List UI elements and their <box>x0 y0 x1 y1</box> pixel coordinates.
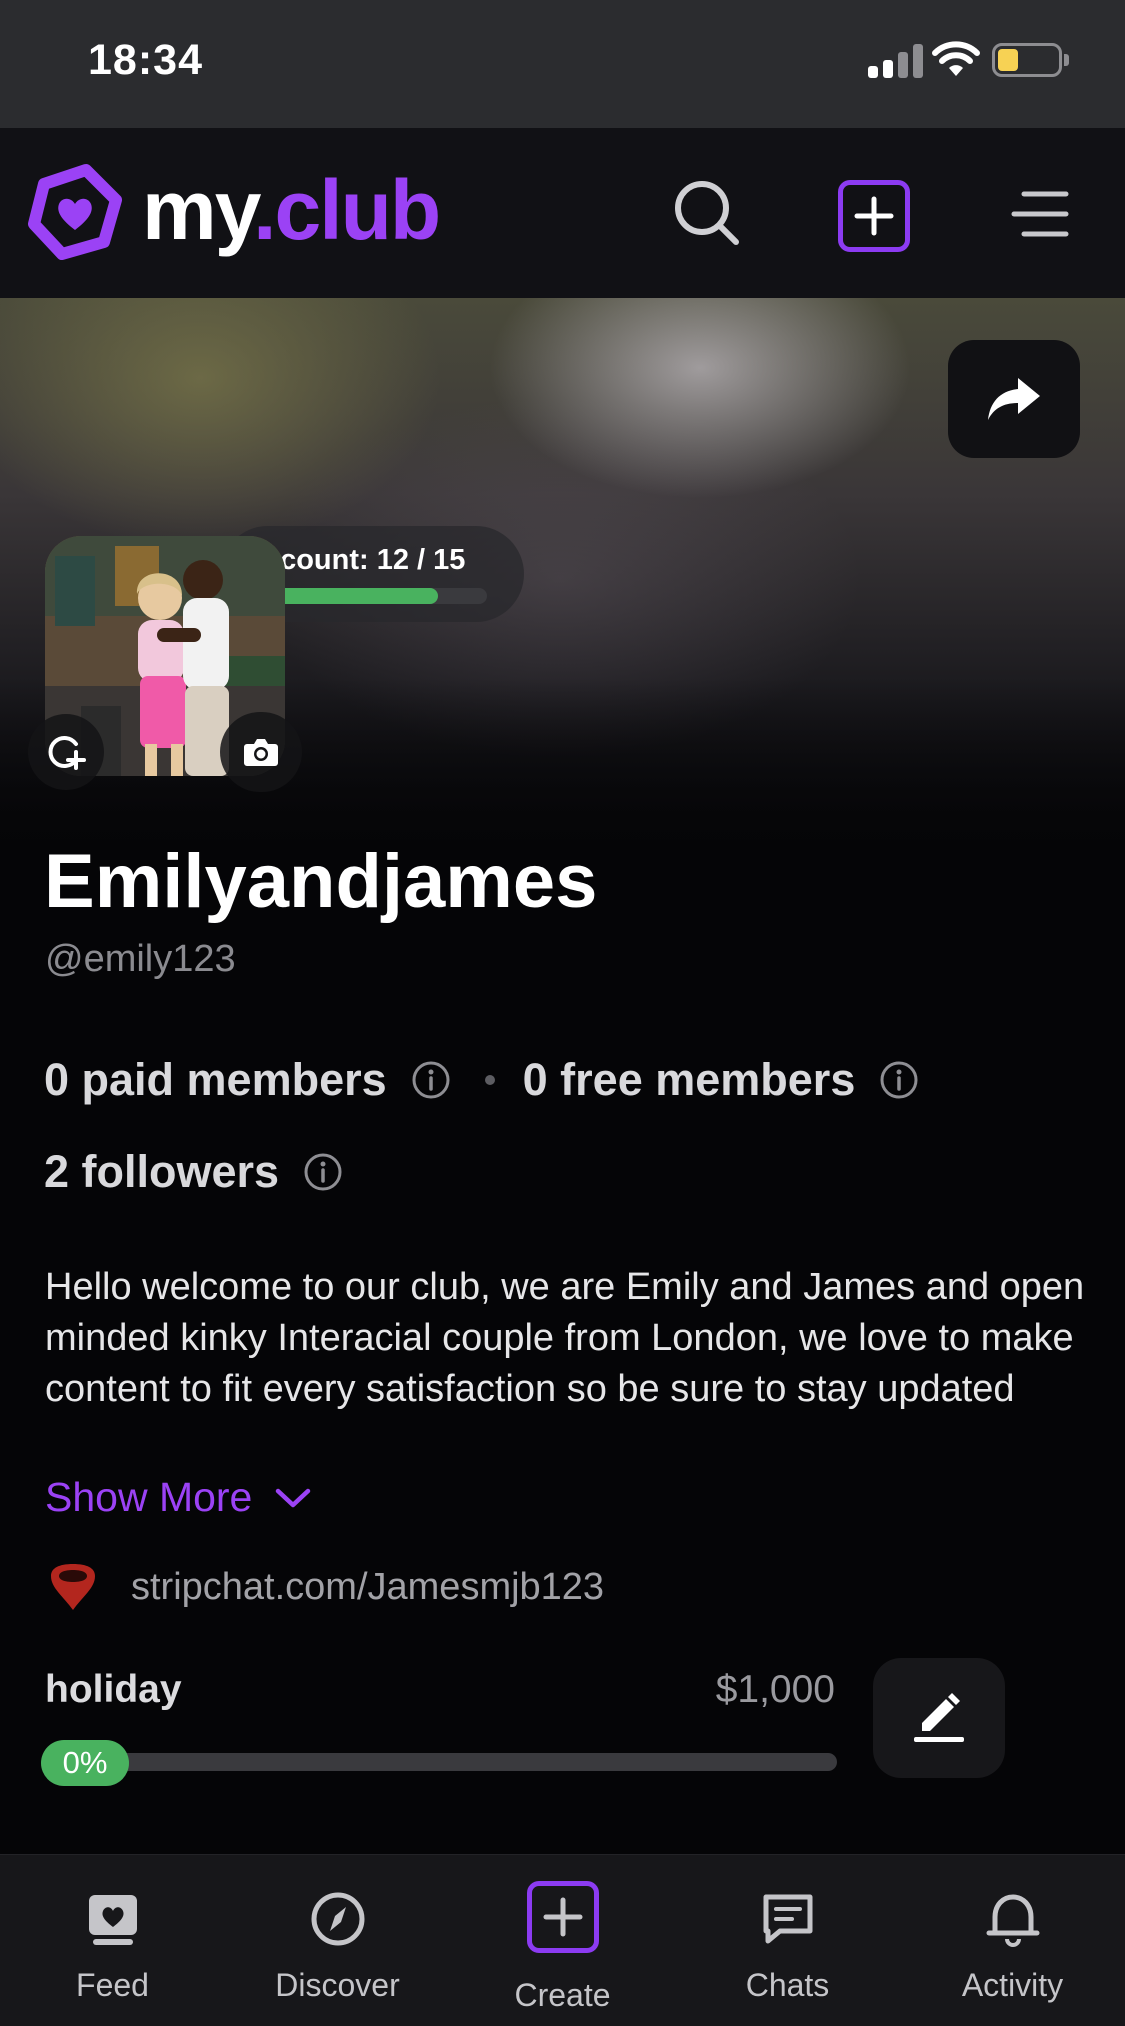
info-icon[interactable] <box>303 1152 343 1192</box>
display-name: Emilyandjames <box>44 839 598 924</box>
goal-progress-bar <box>45 1753 837 1771</box>
plus-icon <box>854 196 894 236</box>
external-link[interactable]: stripchat.com/Jamesmjb123 <box>45 1562 604 1612</box>
tab-activity[interactable]: Activity <box>900 1855 1125 2026</box>
battery-icon <box>992 43 1062 77</box>
tab-chats[interactable]: Chats <box>675 1855 900 2026</box>
add-story-icon <box>48 736 86 770</box>
search-icon[interactable] <box>670 176 744 250</box>
tab-discover[interactable]: Discover <box>225 1855 450 2026</box>
share-arrow-icon <box>988 378 1040 420</box>
camera-icon <box>244 739 278 766</box>
signal-icon <box>868 42 924 78</box>
separator-dot <box>484 1075 495 1085</box>
tab-label: Discover <box>275 1967 400 2003</box>
logo-text[interactable]: my.club <box>142 168 441 252</box>
tab-label: Create <box>514 1977 611 2013</box>
create-icon <box>526 1881 599 1953</box>
chat-icon <box>763 1894 812 1944</box>
show-more-button[interactable]: Show More <box>45 1474 312 1521</box>
followers-count[interactable]: 2 followers <box>44 1146 279 1198</box>
goal-progress-badge: 0% <box>41 1740 129 1786</box>
profile-bio: Hello welcome to our club, we are Emily … <box>45 1266 1085 1410</box>
external-link-text: stripchat.com/Jamesmjb123 <box>131 1565 605 1608</box>
status-bar: 18:34 <box>0 0 1125 128</box>
feed-icon <box>88 1895 137 1945</box>
info-icon[interactable] <box>879 1060 919 1100</box>
tab-label: Activity <box>961 1967 1064 2003</box>
myclub-logo-icon[interactable] <box>24 162 124 262</box>
edit-icon <box>914 1693 964 1742</box>
members-row: 0 paid members 0 free members <box>44 1054 919 1106</box>
share-button[interactable] <box>948 340 1080 458</box>
goal-title: holiday <box>45 1668 182 1711</box>
goal-amount: $1,000 <box>715 1668 835 1711</box>
edit-goal-button[interactable] <box>873 1658 1005 1778</box>
bottom-tab-bar: Feed Discover Create Chats Activity <box>0 1854 1125 2026</box>
status-time: 18:34 <box>88 36 203 84</box>
tab-create[interactable]: Create <box>450 1855 675 2026</box>
show-more-label: Show More <box>45 1474 253 1520</box>
top-navbar: my.club <box>0 128 1125 298</box>
chevron-down-icon <box>276 1488 311 1507</box>
username-handle: @emily123 <box>45 938 236 980</box>
info-icon[interactable] <box>411 1060 451 1100</box>
free-members-count: 0 free members <box>522 1054 856 1105</box>
menu-icon[interactable] <box>1010 186 1070 242</box>
tab-label: Feed <box>76 1967 149 2003</box>
change-photo-button[interactable] <box>220 712 302 792</box>
tab-label: Chats <box>745 1967 830 2003</box>
bell-icon <box>986 1894 1039 1947</box>
compass-icon <box>311 1892 364 1946</box>
add-story-button[interactable] <box>28 714 104 790</box>
create-button[interactable] <box>838 180 910 252</box>
tab-feed[interactable]: Feed <box>0 1855 225 2026</box>
followers-row: 2 followers <box>44 1146 343 1198</box>
wifi-icon <box>932 41 980 76</box>
stripchat-icon <box>51 1564 95 1610</box>
paid-members-count: 0 paid members <box>44 1054 387 1105</box>
